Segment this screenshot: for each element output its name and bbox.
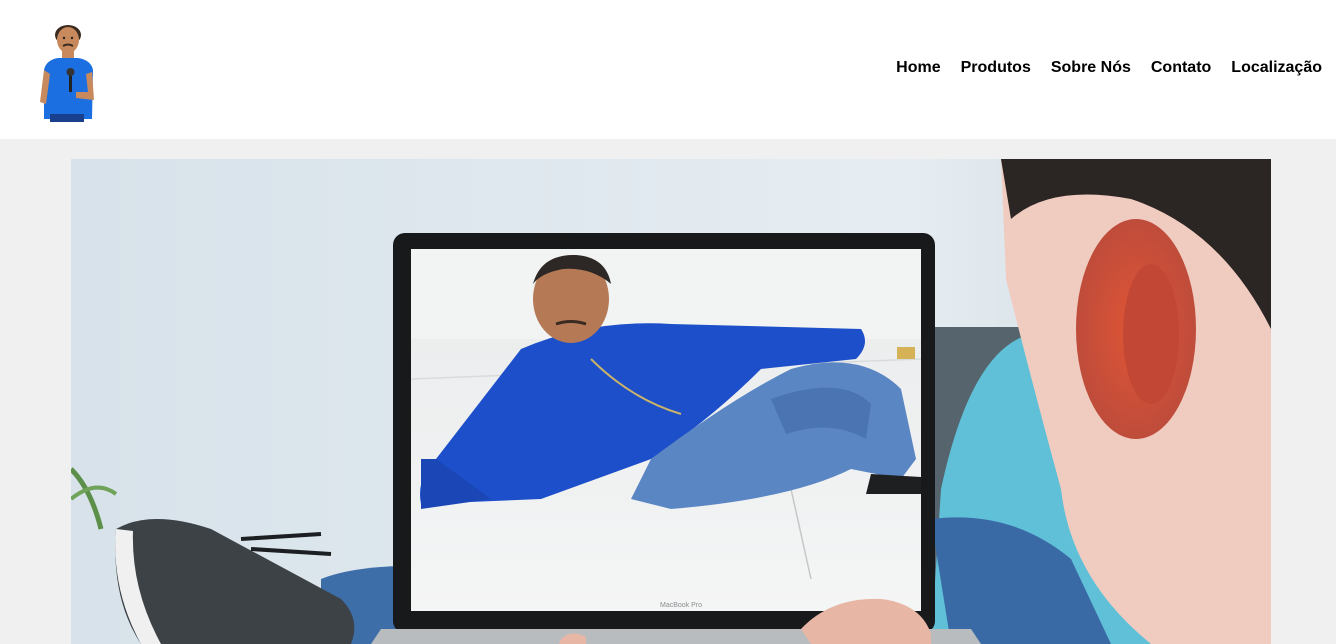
main-nav: Home Produtos Sobre Nós Contato Localiza… <box>896 58 1322 78</box>
logo-icon[interactable] <box>36 22 98 122</box>
nav-produtos[interactable]: Produtos <box>961 58 1031 78</box>
nav-sobre-nos[interactable]: Sobre Nós <box>1051 58 1131 78</box>
nav-contato[interactable]: Contato <box>1151 58 1211 78</box>
hero-image: MacBook Pro <box>71 159 1271 644</box>
hero-banner: MacBook Pro <box>71 159 1271 644</box>
site-header: Home Produtos Sobre Nós Contato Localiza… <box>0 0 1336 139</box>
nav-home[interactable]: Home <box>896 58 940 78</box>
laptop-brand-label: MacBook Pro <box>660 602 702 609</box>
nav-localizacao[interactable]: Localização <box>1231 58 1322 78</box>
